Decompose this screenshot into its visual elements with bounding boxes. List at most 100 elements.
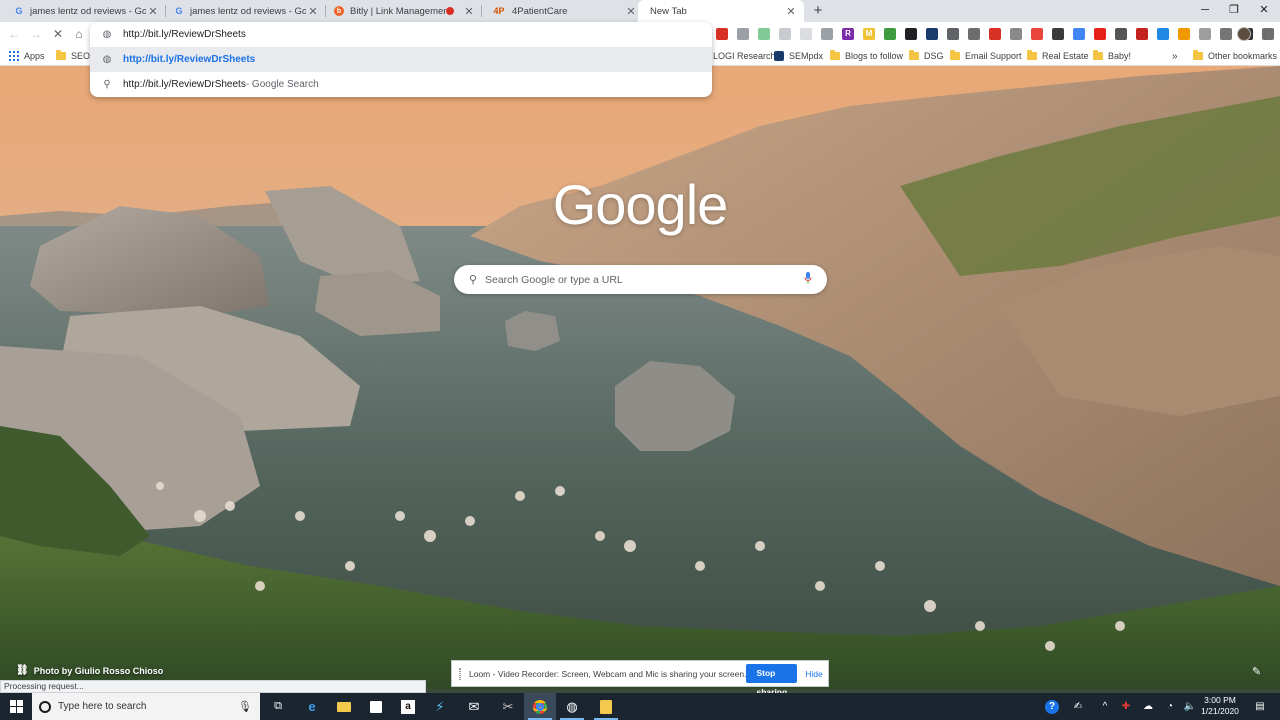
mail-icon[interactable]: ✉: [458, 693, 490, 720]
close-tab-icon[interactable]: ✕: [462, 5, 476, 18]
tab-4patientcare[interactable]: 4P 4PatientCare ✕: [478, 0, 644, 22]
close-tab-icon[interactable]: ✕: [784, 5, 798, 18]
microphone-icon[interactable]: [801, 272, 815, 287]
suggestion-search-text: http://bit.ly/ReviewDrSheets: [123, 79, 246, 90]
drag-handle-icon[interactable]: [459, 667, 461, 680]
tab-strip: G james lentz od reviews - Google S ✕ G …: [0, 0, 1280, 22]
notifications-icon[interactable]: ▤: [1250, 693, 1270, 720]
ext-chrome-icon[interactable]: [1136, 28, 1148, 40]
ntp-search-box[interactable]: ⚲: [454, 265, 827, 294]
bookmark-email-support[interactable]: Email Support: [950, 49, 1022, 63]
google-favicon-icon: G: [175, 6, 183, 16]
ext-circle-icon[interactable]: [968, 28, 980, 40]
tab-new-tab[interactable]: New Tab ✕: [638, 0, 804, 22]
edge-icon[interactable]: e: [296, 693, 328, 720]
ext-page-icon[interactable]: [905, 28, 917, 40]
ext-m-icon[interactable]: M: [863, 28, 875, 40]
ext-audio-icon[interactable]: [758, 28, 770, 40]
microphone-icon[interactable]: 🎙: [238, 700, 252, 713]
close-tab-icon[interactable]: ✕: [306, 5, 320, 18]
close-window-button[interactable]: ✕: [1249, 0, 1279, 22]
address-bar-input[interactable]: [123, 28, 663, 40]
tray-chevron-icon[interactable]: ^: [1096, 693, 1114, 720]
stop-loading-button[interactable]: ✕: [50, 26, 66, 42]
customize-pencil-icon[interactable]: ✎: [1252, 665, 1264, 678]
omnibox-suggestion-search[interactable]: ⚲ http://bit.ly/ReviewDrSheets - Google …: [90, 72, 712, 97]
home-button[interactable]: ⌂: [71, 26, 87, 42]
ext-k-icon[interactable]: [821, 28, 833, 40]
bookmark-blogs[interactable]: Blogs to follow: [830, 49, 903, 63]
apps-grid-icon: [9, 51, 19, 61]
globe-icon: ◍: [102, 28, 112, 40]
maximize-button[interactable]: ❐: [1219, 0, 1249, 22]
globe-app-icon[interactable]: ◍: [556, 693, 588, 720]
onedrive-icon[interactable]: ☁: [1138, 693, 1158, 720]
volume-icon[interactable]: 🔈: [1180, 693, 1200, 720]
stop-sharing-button[interactable]: Stop sharing: [746, 664, 798, 697]
ext-n-icon[interactable]: [884, 28, 896, 40]
record-icon[interactable]: [716, 28, 728, 40]
bookmark-sempdx[interactable]: SEMpdx: [774, 49, 823, 63]
ext-box-icon[interactable]: [1115, 28, 1127, 40]
system-clock[interactable]: 3:00 PM 1/21/2020: [1198, 695, 1242, 717]
bookmark-apps[interactable]: Apps: [9, 49, 45, 63]
ext-gear-icon[interactable]: [1178, 28, 1190, 40]
close-tab-icon[interactable]: ✕: [624, 5, 638, 18]
ext-zoom-icon[interactable]: [779, 28, 791, 40]
ext-r-icon[interactable]: R: [842, 28, 854, 40]
file-explorer-icon[interactable]: [328, 693, 360, 720]
bookmark-baby[interactable]: Baby!: [1093, 49, 1131, 63]
wifi-icon[interactable]: ◔: [1160, 693, 1180, 720]
bookmark-real-estate[interactable]: Real Estate: [1027, 49, 1089, 63]
ext-code-icon[interactable]: [737, 28, 749, 40]
bookmark-dsg[interactable]: DSG: [909, 49, 944, 63]
vscode-icon[interactable]: ⚡: [424, 693, 456, 720]
tab-title: james lentz od reviews - Google S: [30, 5, 146, 17]
search-icon: ⚲: [103, 79, 111, 90]
sharing-message: Loom - Video Recorder: Screen, Webcam an…: [469, 668, 747, 679]
ext-slash-icon[interactable]: [800, 28, 812, 40]
chrome-menu-icon[interactable]: ⋮: [1259, 25, 1271, 43]
amazon-icon[interactable]: a: [392, 693, 424, 720]
tab-bitly[interactable]: b Bitly | Link Management ✕: [320, 0, 482, 22]
chrome-icon[interactable]: [524, 693, 556, 720]
snip-icon[interactable]: ✂: [492, 693, 524, 720]
help-icon[interactable]: ?: [1042, 693, 1062, 720]
taskbar-search-box[interactable]: 🎙: [32, 693, 260, 720]
ext-stop-icon[interactable]: [989, 28, 1001, 40]
hide-button[interactable]: Hide: [805, 669, 822, 679]
ext-cloud-icon[interactable]: [1073, 28, 1085, 40]
ext-ring-icon[interactable]: [1052, 28, 1064, 40]
store-icon[interactable]: [360, 693, 392, 720]
ext-blue-icon[interactable]: [1157, 28, 1169, 40]
omnibox-suggestion-url[interactable]: ◍ http://bit.ly/ReviewDrSheets: [90, 47, 712, 72]
tab-google-search-1[interactable]: G james lentz od reviews - Google S ✕: [0, 0, 166, 22]
profile-avatar[interactable]: [1237, 27, 1251, 41]
taskbar-search-input[interactable]: [58, 701, 238, 712]
pen-icon[interactable]: ✍: [1068, 693, 1088, 720]
tab-google-search-2[interactable]: G james lentz od reviews - Google S ✕: [160, 0, 326, 22]
forward-button[interactable]: →: [28, 26, 44, 42]
ext-youtube-icon[interactable]: [1094, 28, 1106, 40]
minimize-button[interactable]: ─: [1190, 0, 1220, 22]
photo-credit[interactable]: ⛓ Photo by Giulio Rosso Chioso: [16, 665, 163, 676]
bookmark-other[interactable]: Other bookmarks: [1193, 49, 1277, 63]
ext-puzzle-icon[interactable]: [1031, 28, 1043, 40]
ext-monitor-icon[interactable]: [926, 28, 938, 40]
back-button[interactable]: ←: [6, 26, 22, 42]
start-button[interactable]: [0, 693, 32, 720]
bookmark-logi-research[interactable]: LOGI Research: [713, 49, 776, 63]
task-view-icon[interactable]: ⧉: [262, 693, 294, 720]
new-tab-button[interactable]: +: [810, 3, 826, 19]
bookmark-label: Baby!: [1108, 51, 1132, 61]
ext-photo-icon[interactable]: [1220, 28, 1232, 40]
tray-app-icon[interactable]: ✚: [1116, 693, 1136, 720]
ext-grey-icon[interactable]: [1199, 28, 1211, 40]
close-tab-icon[interactable]: ✕: [146, 5, 160, 18]
ext-g-icon[interactable]: [1010, 28, 1022, 40]
ntp-search-input[interactable]: [485, 273, 801, 286]
notes-icon[interactable]: [590, 693, 622, 720]
bookmarks-overflow-icon[interactable]: »: [1172, 49, 1178, 63]
bookmark-label: Other bookmarks: [1208, 51, 1278, 61]
ext-lock-icon[interactable]: [947, 28, 959, 40]
